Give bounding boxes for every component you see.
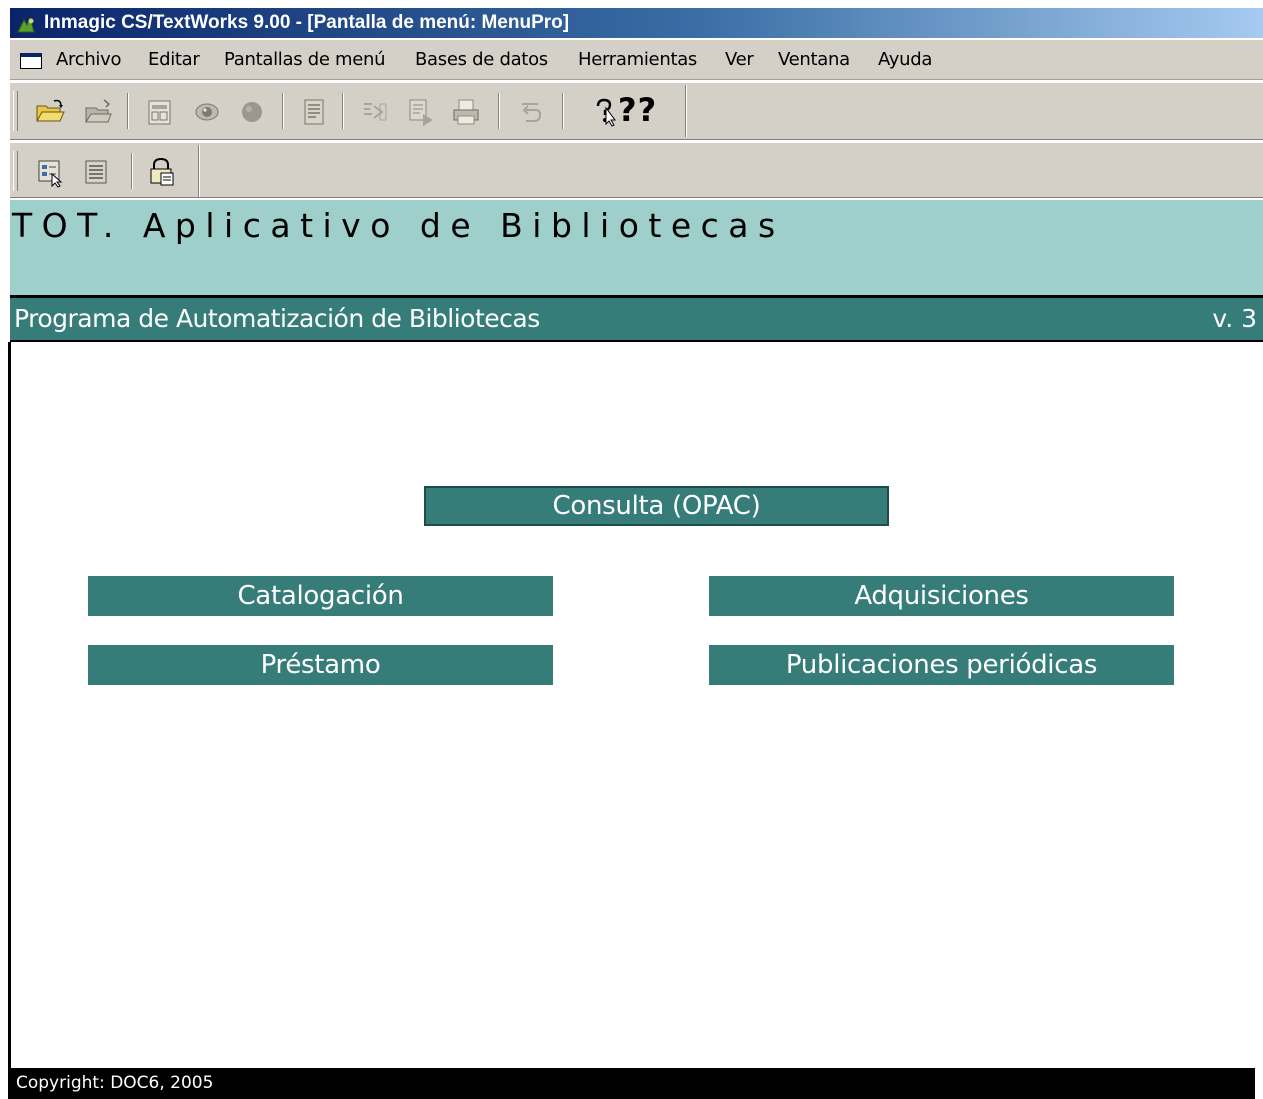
toolbar-grip[interactable] [13, 151, 18, 191]
toolbar-separator [127, 93, 129, 129]
window-title: Inmagic CS/TextWorks 9.00 - [Pantalla de… [44, 12, 570, 33]
app-title: TOT. Aplicativo de Bibliotecas [12, 206, 785, 245]
report-icon[interactable] [298, 96, 330, 128]
toolbar-separator [498, 93, 500, 129]
copyright-text: Copyright: DOC6, 2005 [16, 1073, 214, 1093]
prestamo-button[interactable]: Préstamo [88, 645, 553, 685]
toolbar-separator [282, 93, 284, 129]
menu-editar[interactable]: Editar [148, 49, 200, 70]
subheader-bar: Programa de Automatización de Biblioteca… [10, 298, 1263, 342]
app-header: TOT. Aplicativo de Bibliotecas [10, 200, 1263, 298]
undo-icon[interactable] [514, 96, 546, 128]
record-dot-icon[interactable] [236, 96, 268, 128]
menu-ventana[interactable]: Ventana [778, 49, 850, 70]
toolbar-end [685, 85, 687, 137]
list-icon[interactable] [80, 156, 112, 188]
consulta-opac-button[interactable]: Consulta (OPAC) [424, 486, 889, 526]
help-icon[interactable]: ?? [578, 91, 668, 129]
window-left-border [8, 342, 11, 1099]
menu-screen-icon[interactable] [34, 156, 66, 188]
document-window-icon[interactable] [20, 53, 42, 69]
menu-ver[interactable]: Ver [725, 49, 754, 70]
toolbar-end [198, 145, 200, 197]
open-folder-icon[interactable] [34, 96, 66, 128]
menu-bases-de-datos[interactable]: Bases de datos [415, 49, 548, 70]
toolbar-separator [342, 93, 344, 129]
help-question-marks: ?? [618, 91, 658, 129]
open-database-icon[interactable] [82, 96, 114, 128]
lock-database-icon[interactable] [146, 156, 178, 188]
menu-toolbar [10, 142, 1263, 198]
menu-archivo[interactable]: Archivo [56, 49, 122, 70]
toolbar-separator [562, 93, 564, 129]
menu-herramientas[interactable]: Herramientas [578, 49, 697, 70]
standard-toolbar: ?? [10, 82, 1263, 140]
adquisiciones-button[interactable]: Adquisiciones [709, 576, 1174, 616]
publicaciones-periodicas-button[interactable]: Publicaciones periódicas [709, 645, 1174, 685]
menu-screen-content [10, 342, 1263, 1068]
menu-bar: Archivo Editar Pantallas de menú Bases d… [10, 40, 1263, 80]
form-icon[interactable] [143, 96, 175, 128]
app-icon [16, 14, 36, 33]
app-subtitle: Programa de Automatización de Biblioteca… [14, 304, 540, 333]
menu-pantallas-de-menu[interactable]: Pantallas de menú [224, 49, 386, 70]
view-icon[interactable] [191, 96, 223, 128]
export-icon[interactable] [405, 96, 437, 128]
print-icon[interactable] [450, 96, 482, 128]
import-icon[interactable] [358, 96, 390, 128]
catalogacion-button[interactable]: Catalogación [88, 576, 553, 616]
window-title-bar[interactable]: Inmagic CS/TextWorks 9.00 - [Pantalla de… [10, 8, 1263, 38]
toolbar-separator [131, 153, 133, 189]
status-bar: Copyright: DOC6, 2005 [10, 1068, 1255, 1099]
toolbar-grip[interactable] [13, 91, 18, 131]
menu-ayuda[interactable]: Ayuda [878, 49, 932, 70]
version-label: v. 3 [1212, 304, 1257, 333]
